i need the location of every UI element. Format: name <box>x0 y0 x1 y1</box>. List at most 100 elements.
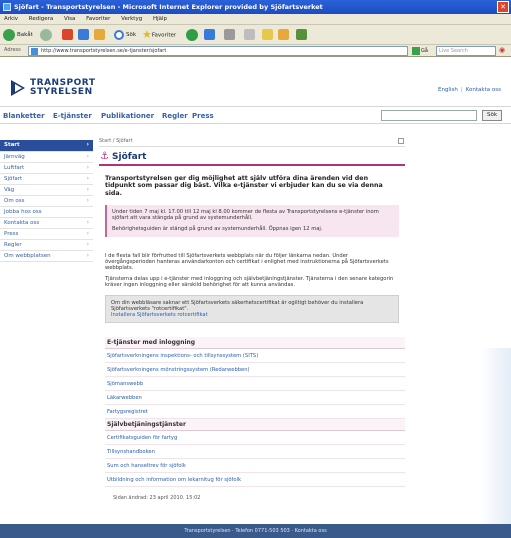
link-separator: | <box>460 87 463 93</box>
nav-e-tjanster[interactable]: E-tjänster <box>53 112 92 120</box>
leftnav-item-luftfart[interactable]: Luftfart › <box>0 163 93 174</box>
ingress-text: Transportstyrelsen ger dig möjlighet att… <box>105 175 383 197</box>
discuss-button[interactable] <box>278 28 289 42</box>
contact-link[interactable]: Kontakta oss <box>466 87 501 93</box>
leftnav-item-sjofart[interactable]: Sjöfart › <box>0 174 93 185</box>
menu-file[interactable]: Arkiv <box>4 16 18 22</box>
print-page-icon[interactable] <box>398 138 404 144</box>
leftnav-label: Jobba hos oss <box>4 209 42 215</box>
service-link[interactable]: Sjöfartsverkningens inspektions- och til… <box>105 349 405 364</box>
leftnav-label: Om oss <box>4 198 25 204</box>
maintenance-notice: Under tiden 7 maj kl. 17.00 till 12 maj … <box>105 204 399 237</box>
breadcrumb[interactable]: Start / Sjöfart <box>99 138 405 147</box>
favorites-button[interactable]: ★Favoriter <box>142 28 176 42</box>
leftnav-item-vag[interactable]: Väg › <box>0 185 93 196</box>
anchor-icon: ⚓ <box>100 151 109 162</box>
history-button[interactable] <box>204 28 215 42</box>
close-button[interactable]: ✕ <box>497 1 509 13</box>
leftnav-item-om-webbplatsen[interactable]: Om webbplatsen › <box>0 251 93 262</box>
media-icon <box>186 28 198 41</box>
window-titlebar: Sjöfart - Transportstyrelsen - Microsoft… <box>0 0 511 14</box>
forward-arrow-icon <box>40 28 52 41</box>
leftnav-label: Sjöfart <box>4 176 23 182</box>
live-search-input[interactable]: Live Search <box>436 46 496 56</box>
site-search-button[interactable]: Sök <box>482 110 502 121</box>
printer-icon <box>244 29 255 40</box>
mail-button[interactable] <box>224 28 235 42</box>
leftnav-item-regler[interactable]: Regler › <box>0 240 93 251</box>
menubar: Arkiv Redigera Visa Favoriter Verktyg Hj… <box>0 14 511 25</box>
right-background-shade <box>480 348 511 524</box>
leftnav-label: Om webbplatsen <box>4 253 51 259</box>
messenger-button[interactable] <box>296 28 307 42</box>
service-link[interactable]: Fartygsregistret <box>105 405 405 420</box>
menu-view[interactable]: Visa <box>64 16 75 22</box>
go-button[interactable]: Gå till <box>412 46 432 64</box>
url-input[interactable]: http://www.transportstyrelsen.se/e-tjans… <box>28 46 408 56</box>
menu-edit[interactable]: Redigera <box>29 16 53 22</box>
leftnav-item-start[interactable]: Start › <box>0 140 93 152</box>
chevron-right-icon: › <box>86 186 89 193</box>
page-title-wrap: ⚓ Sjöfart <box>99 150 405 166</box>
nav-press[interactable]: Press <box>192 112 214 120</box>
chevron-right-icon: › <box>86 197 89 204</box>
back-button[interactable]: Bakåt <box>3 28 33 42</box>
nav-blanketter[interactable]: Blanketter <box>3 112 45 120</box>
leftnav-label: Luftfart <box>4 165 25 171</box>
chevron-right-icon: › <box>86 164 89 171</box>
page-icon <box>31 48 38 55</box>
media-button[interactable] <box>186 28 200 42</box>
leftnav-label: Väg <box>4 187 15 193</box>
messenger-icon <box>296 29 307 40</box>
leftnav-item-press[interactable]: Press › <box>0 229 93 240</box>
body-paragraph-1: I de flesta fall blir förfrutted till Sj… <box>105 252 389 271</box>
nav-regler[interactable]: Regler <box>162 112 188 120</box>
chevron-right-icon: › <box>86 230 89 237</box>
leftnav-label: Press <box>4 231 19 237</box>
chevron-right-icon: › <box>86 153 89 160</box>
forward-button[interactable] <box>40 28 54 42</box>
left-nav: Start › Järnväg › Luftfart › Sjöfart › Väg › … <box>0 140 93 262</box>
toolbar-extra-icon[interactable]: ◉ <box>499 46 509 56</box>
edit-button[interactable] <box>262 28 273 42</box>
notice-text-1: Under tiden 7 maj kl. 17.00 till 12 maj … <box>112 208 379 222</box>
service-link[interactable]: Sum och hanseltrev för sjöfolk <box>105 459 405 474</box>
site-search-input[interactable] <box>381 110 477 121</box>
service-link[interactable]: Tillsynshandboken <box>105 445 405 460</box>
refresh-button[interactable] <box>78 28 89 42</box>
leftnav-item-jarnvag[interactable]: Järnväg › <box>0 152 93 163</box>
main-nav: Blanketter E-tjänster Publikationer Regl… <box>0 106 511 124</box>
main-content: Start / Sjöfart ⚓ Sjöfart Transportstyre… <box>99 138 405 501</box>
certificate-link[interactable]: Installera Sjöfartsverkets rotcertifikat <box>111 312 208 318</box>
leftnav-label: Start <box>4 142 20 148</box>
leftnav-item-om-oss[interactable]: Om oss › <box>0 196 93 207</box>
stop-button[interactable] <box>62 28 73 42</box>
browser-toolbar: Bakåt Sök ★Favoriter <box>0 25 511 45</box>
service-link[interactable]: Utbildning och information om lekarnitug… <box>105 473 405 488</box>
ie-icon <box>3 3 11 11</box>
menu-favorites[interactable]: Favoriter <box>86 16 110 22</box>
menu-tools[interactable]: Verktyg <box>121 16 142 22</box>
search-button[interactable]: Sök <box>114 28 136 42</box>
nav-publikationer[interactable]: Publikationer <box>101 112 154 120</box>
address-label: Adress <box>4 47 21 53</box>
service-link[interactable]: Läkarwebben <box>105 391 405 406</box>
back-arrow-icon <box>3 28 15 41</box>
logo-arrow-inner <box>15 84 22 92</box>
english-link[interactable]: English <box>438 87 458 93</box>
leftnav-label: Kontakta oss <box>4 220 40 226</box>
home-button[interactable] <box>94 28 105 42</box>
star-icon: ★ <box>142 28 152 41</box>
print-button[interactable] <box>244 28 255 42</box>
service-link[interactable]: Sjömanswebb <box>105 377 405 392</box>
chevron-right-icon: › <box>86 175 89 182</box>
menu-help[interactable]: Hjälp <box>153 16 167 22</box>
magnifier-icon <box>114 29 124 40</box>
service-link[interactable]: Sjöfartsverkningens mönstringssystem (Re… <box>105 363 405 378</box>
leftnav-label: Regler <box>4 242 22 248</box>
chevron-right-icon: › <box>86 252 89 259</box>
service-link[interactable]: Certifikatsguiden för fartyg <box>105 431 405 446</box>
mail-icon <box>224 29 235 40</box>
leftnav-item-kontakta[interactable]: Kontakta oss › <box>0 218 93 229</box>
leftnav-item-jobba[interactable]: Jobba hos oss <box>0 207 93 218</box>
